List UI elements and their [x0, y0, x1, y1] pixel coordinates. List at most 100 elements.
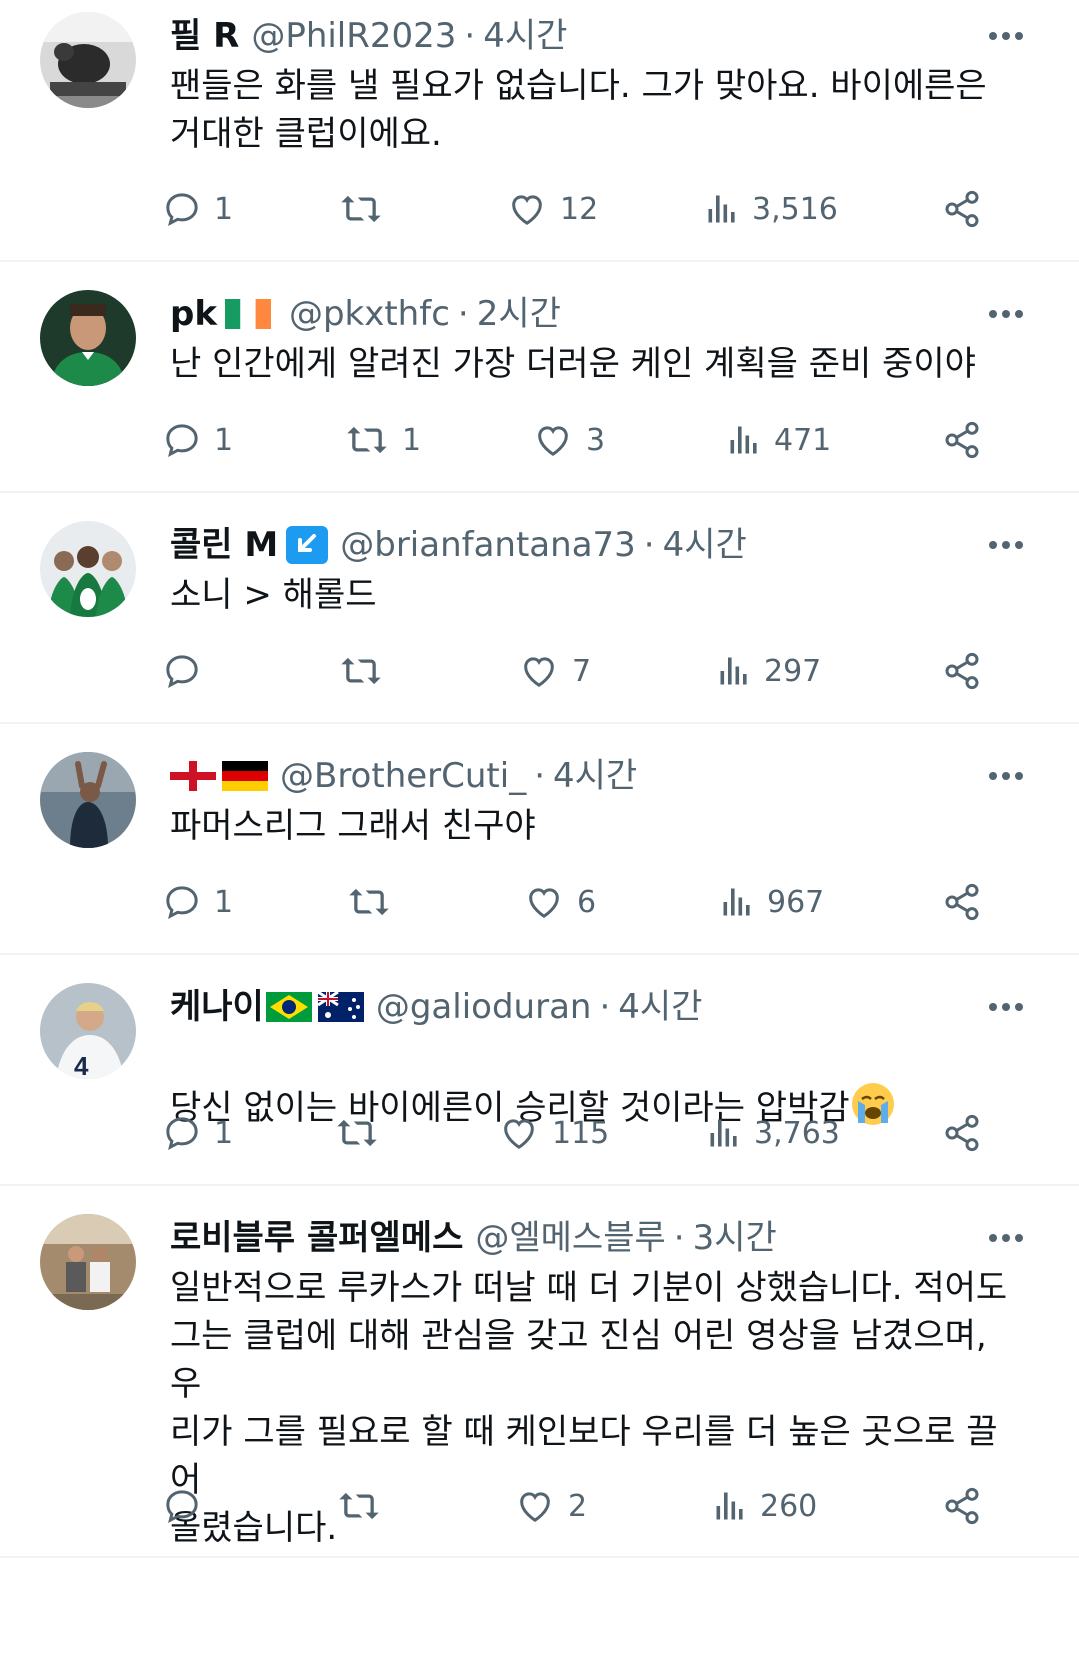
share-button[interactable]	[942, 1105, 982, 1161]
more-options-button[interactable]	[983, 527, 1029, 563]
separator-dot: ·	[457, 294, 469, 334]
bar-chart-icon	[720, 657, 747, 685]
share-button[interactable]	[942, 874, 982, 930]
reply-button[interactable]: 1	[162, 412, 233, 468]
timestamp[interactable]: 4시간	[618, 983, 702, 1031]
user-handle[interactable]: @galioduran	[376, 983, 592, 1031]
avatar[interactable]	[40, 521, 136, 617]
like-button[interactable]: 2	[514, 1478, 587, 1534]
timestamp[interactable]: 2시간	[477, 290, 561, 338]
tweet[interactable]: 필 R @PhilR2023 · 4시간 팬들은 화를 낼 필요가 없습니다. …	[0, 0, 1079, 262]
display-name[interactable]: pk	[170, 290, 217, 338]
views-button[interactable]: 967	[719, 874, 824, 930]
display-name[interactable]: 케나이	[170, 983, 264, 1031]
like-button[interactable]: 3	[532, 412, 605, 468]
retweet-arrows-icon	[337, 1119, 377, 1147]
retweet-button[interactable]	[336, 1478, 394, 1534]
retweet-button[interactable]	[334, 1105, 392, 1161]
tweet[interactable]: 콜린 M @brianfantana73 · 4시간 소니 > 해롤드 7 29…	[0, 493, 1079, 724]
avatar[interactable]: 4	[40, 983, 136, 1079]
reply-button[interactable]: 1	[162, 181, 233, 237]
avatar[interactable]	[40, 12, 136, 108]
user-handle[interactable]: @pkxthfc	[289, 290, 450, 338]
retweet-button[interactable]	[338, 643, 396, 699]
like-button[interactable]: 7	[518, 643, 591, 699]
reply-button[interactable]	[162, 643, 214, 699]
views-button[interactable]: 471	[726, 412, 831, 468]
display-name[interactable]: 콜린 M	[170, 521, 278, 569]
timestamp[interactable]: 4시간	[483, 12, 567, 60]
flag-group	[224, 299, 277, 329]
tweet-header: 케나이 @galioduran · 4시간	[170, 983, 969, 1031]
tweet-header: pk @pkxthfc · 2시간	[170, 290, 969, 338]
timestamp[interactable]: 3시간	[693, 1214, 777, 1262]
views-button[interactable]: 3,763	[706, 1105, 840, 1161]
more-options-button[interactable]	[983, 18, 1029, 54]
retweet-arrows-icon	[349, 888, 389, 916]
three-dots-icon	[989, 541, 1023, 549]
user-handle[interactable]: @brianfantana73	[340, 521, 636, 569]
retweet-button[interactable]	[338, 181, 396, 237]
retweet-count: 1	[402, 422, 422, 458]
like-count: 7	[572, 653, 592, 689]
display-name[interactable]: 필 R	[170, 12, 239, 60]
share-button[interactable]	[942, 1478, 982, 1534]
retweet-arrows-icon	[341, 195, 381, 223]
reply-count: 1	[214, 191, 234, 227]
views-button[interactable]: 297	[716, 643, 821, 699]
user-handle[interactable]: @BrotherCuti_	[280, 752, 526, 800]
tweet-text: 파머스리그 그래서 친구야	[170, 806, 536, 846]
share-button[interactable]	[942, 643, 982, 699]
reply-count: 1	[214, 884, 234, 920]
bar-chart-icon	[723, 888, 750, 916]
action-bar: 1 115 3,763	[0, 1105, 1079, 1161]
three-dots-icon	[989, 1234, 1023, 1242]
avatar[interactable]	[40, 752, 136, 848]
user-handle[interactable]: @PhilR2023	[251, 12, 456, 60]
reply-button[interactable]	[162, 1478, 214, 1534]
heart-icon	[504, 1119, 534, 1149]
action-bar: 2 260	[0, 1478, 1079, 1534]
heart-icon	[524, 657, 554, 687]
action-bar: 1 1 3 471	[0, 412, 1079, 468]
tweet[interactable]: 4 케나이 @galioduran · 4시간 당신 없이는 바이에른이 승리할…	[0, 955, 1079, 1186]
tweet[interactable]: pk @pkxthfc · 2시간 난 인간에게 알려진 가장 더러운 케인 계…	[0, 262, 1079, 493]
share-button[interactable]	[942, 412, 982, 468]
views-button[interactable]: 3,516	[704, 181, 838, 237]
like-button[interactable]: 6	[523, 874, 596, 930]
share-button[interactable]	[942, 181, 982, 237]
display-name[interactable]: 로비블루 콜퍼엘메스	[170, 1214, 463, 1262]
speech-bubble-icon	[166, 655, 198, 689]
more-options-button[interactable]	[983, 1220, 1029, 1256]
heart-icon	[520, 1492, 550, 1522]
three-dots-icon	[989, 310, 1023, 318]
heart-icon	[512, 195, 542, 225]
heart-icon	[538, 426, 568, 456]
timestamp[interactable]: 4시간	[663, 521, 747, 569]
three-dots-icon	[989, 32, 1023, 40]
user-handle[interactable]: @엘메스블루	[475, 1214, 665, 1262]
separator-dot: ·	[599, 987, 611, 1027]
tweet[interactable]: @BrotherCuti_ · 4시간 파머스리그 그래서 친구야 1 6 96…	[0, 724, 1079, 955]
retweet-arrows-icon	[339, 1492, 379, 1520]
separator-dot: ·	[464, 16, 476, 56]
reply-button[interactable]: 1	[162, 1105, 233, 1161]
avatar[interactable]	[40, 1214, 136, 1310]
views-button[interactable]: 260	[712, 1478, 817, 1534]
like-button[interactable]: 115	[498, 1105, 609, 1161]
bar-chart-icon	[708, 195, 735, 223]
more-options-button[interactable]	[983, 296, 1029, 332]
reply-button[interactable]: 1	[162, 874, 233, 930]
like-count: 6	[577, 884, 597, 920]
retweet-button[interactable]: 1	[344, 412, 421, 468]
tweet[interactable]: 로비블루 콜퍼엘메스 @엘메스블루 · 3시간 일반적으로 루카스가 떠날 때 …	[0, 1186, 1079, 1558]
retweet-button[interactable]	[346, 874, 404, 930]
more-options-button[interactable]	[983, 989, 1029, 1025]
action-bar: 1 12 3,516	[0, 181, 1079, 237]
like-button[interactable]: 12	[506, 181, 598, 237]
avatar[interactable]	[40, 290, 136, 386]
timestamp[interactable]: 4시간	[553, 752, 637, 800]
more-options-button[interactable]	[983, 758, 1029, 794]
arrow-down-left-badge-icon	[286, 526, 329, 564]
like-count: 2	[568, 1488, 588, 1524]
